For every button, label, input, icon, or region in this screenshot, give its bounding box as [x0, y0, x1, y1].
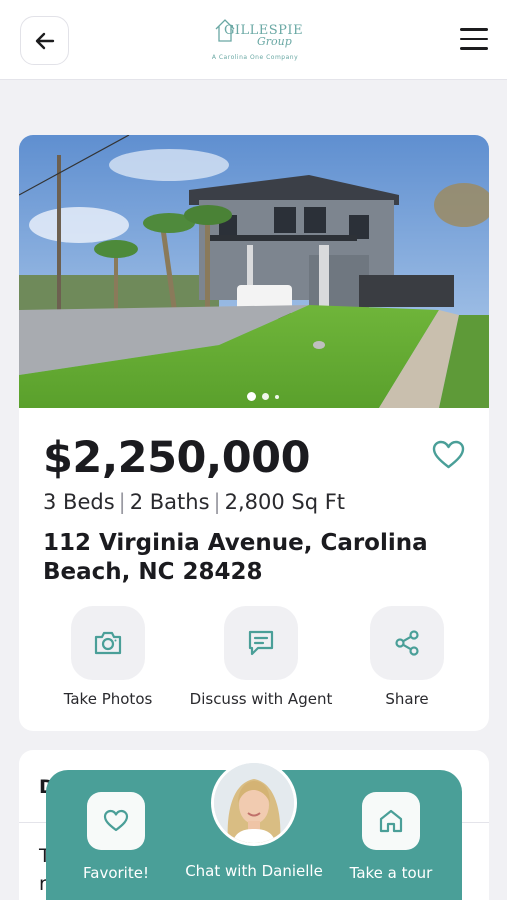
carousel-dot-active[interactable] — [247, 392, 256, 401]
logo-script: Group — [257, 35, 292, 48]
take-photos-button[interactable] — [71, 606, 145, 680]
hamburger-menu-icon[interactable] — [460, 28, 488, 50]
discuss-agent-label: Discuss with Agent — [189, 690, 333, 708]
photo-carousel-dots[interactable] — [247, 392, 279, 401]
logo-subtitle: A Carolina One Company — [211, 54, 299, 61]
listing-card: $2,250,000 3 Beds | 2 Baths | 2,800 Sq Ft 11… — [19, 135, 489, 731]
home-icon — [379, 809, 403, 833]
share-label: Share — [385, 690, 429, 708]
tour-icon-box[interactable] — [362, 792, 420, 850]
share-button[interactable] — [370, 606, 444, 680]
favorite-label: Favorite! — [83, 864, 149, 882]
listing-address: 112 Virginia Avenue, Carolina Beach, NC … — [43, 530, 428, 585]
spec-separator: | — [118, 490, 126, 514]
favorite-button[interactable]: Favorite! — [66, 792, 166, 882]
beds-count: 3 Beds — [43, 490, 115, 514]
chat-bubble-icon — [248, 630, 274, 656]
agent-avatar[interactable] — [214, 763, 294, 843]
chat-with-agent-label[interactable]: Chat with Danielle — [178, 862, 330, 880]
app-header: GILLESPIE Group A Carolina One Company — [0, 0, 507, 80]
baths-count: 2 Baths — [129, 490, 210, 514]
take-photos-label-wrap: Take Photos — [45, 690, 171, 708]
favorite-icon-box[interactable] — [87, 792, 145, 850]
back-arrow-icon — [35, 32, 54, 49]
take-photos-label: Take Photos — [63, 690, 153, 708]
listing-specs: 3 Beds | 2 Baths | 2,800 Sq Ft — [43, 490, 345, 514]
heart-icon — [103, 809, 129, 832]
take-tour-label: Take a tour — [349, 864, 433, 882]
back-button[interactable] — [20, 16, 69, 65]
sqft-value: 2,800 Sq Ft — [224, 490, 346, 514]
listing-price: $2,250,000 — [43, 433, 311, 483]
listing-photo[interactable] — [19, 135, 489, 408]
share-icon-box[interactable] — [370, 606, 444, 680]
carousel-dot[interactable] — [275, 394, 279, 399]
share-label-wrap: Share — [357, 690, 457, 708]
carousel-dot[interactable] — [262, 393, 269, 400]
discuss-icon-box[interactable] — [224, 606, 298, 680]
company-logo[interactable]: GILLESPIE Group A Carolina One Company — [210, 17, 303, 65]
agent-avatar-button[interactable] — [211, 760, 297, 846]
take-photos-icon-box[interactable] — [71, 606, 145, 680]
camera-icon — [94, 631, 122, 655]
heart-icon[interactable] — [432, 440, 465, 470]
discuss-agent-button[interactable] — [224, 606, 298, 680]
discuss-label-wrap: Discuss with Agent — [181, 690, 341, 708]
spec-separator: | — [213, 490, 221, 514]
share-icon — [395, 630, 419, 656]
take-tour-button[interactable]: Take a tour — [336, 792, 446, 882]
